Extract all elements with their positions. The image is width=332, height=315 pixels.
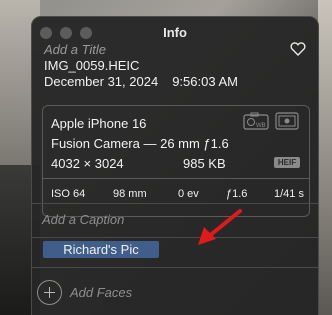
file-size: 985 KB — [183, 156, 226, 171]
capture-time: 9:56:03 AM — [172, 74, 238, 89]
filename: IMG_0059.HEIC — [44, 58, 140, 73]
annotation-arrow-icon — [198, 209, 242, 245]
metering-icon — [275, 112, 299, 130]
metadata-divider — [43, 178, 309, 179]
exif-shutter-speed: 1/41 s — [274, 188, 304, 200]
svg-text:WB: WB — [256, 123, 266, 129]
exif-focal-length: 98 mm — [113, 188, 147, 200]
title-field[interactable]: Add a Title — [44, 42, 106, 57]
device-name: Apple iPhone 16 — [51, 116, 147, 131]
lens-info: Fusion Camera — 26 mm ƒ1.6 — [51, 136, 229, 151]
exif-iso: ISO 64 — [51, 188, 86, 200]
info-window: Info Add a Title IMG_0059.HEIC December … — [31, 16, 319, 315]
heart-icon[interactable] — [290, 41, 306, 57]
capture-date: December 31, 2024 — [44, 74, 159, 89]
window-title: Info — [163, 25, 187, 40]
background-right — [318, 0, 332, 315]
metadata-panel: Apple iPhone 16 Fusion Camera — 26 mm ƒ1… — [42, 105, 310, 217]
camera-wb-icon: WB — [243, 112, 269, 130]
divider — [32, 203, 318, 204]
exif-aperture: ƒ1.6 — [226, 188, 248, 200]
keyword-tag[interactable]: Richard's Pic — [43, 241, 159, 258]
divider — [32, 267, 318, 268]
caption-field[interactable]: Add a Caption — [42, 212, 124, 227]
add-faces-label[interactable]: Add Faces — [70, 285, 132, 300]
add-faces-button[interactable] — [37, 280, 62, 305]
capture-datetime: December 31, 2024 9:56:03 AM — [44, 74, 238, 89]
divider — [32, 237, 318, 238]
image-dimensions: 4032 × 3024 — [51, 156, 124, 171]
exif-exposure-bias: 0 ev — [178, 188, 199, 200]
format-badge: HEIF — [274, 157, 300, 168]
